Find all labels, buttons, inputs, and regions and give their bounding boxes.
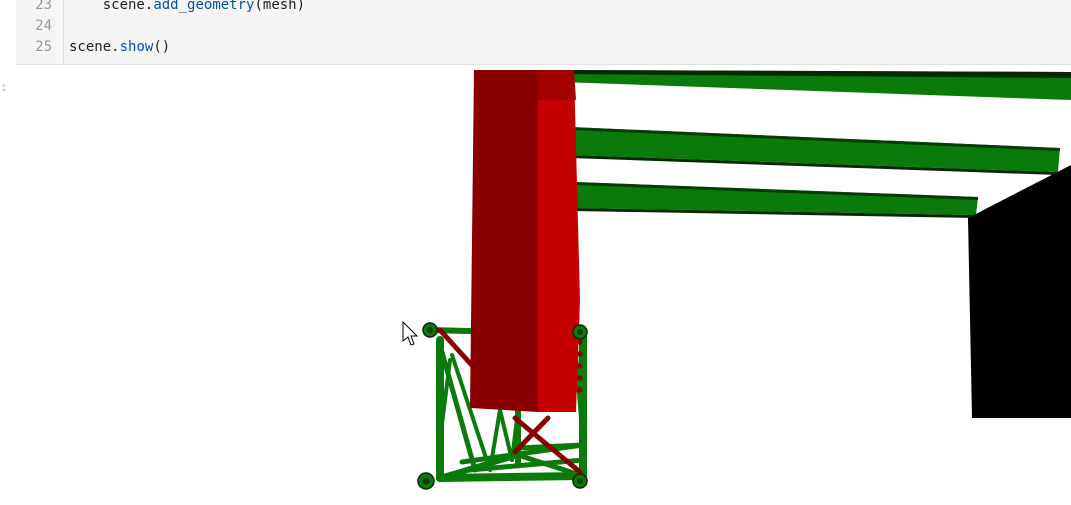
code-args: (mesh) — [254, 0, 306, 13]
green-beam-lower — [575, 182, 978, 218]
code-method: add_geometry — [153, 0, 255, 13]
code-dot: . — [111, 39, 120, 55]
3d-scene-viewer[interactable] — [0, 65, 1071, 505]
red-column — [470, 70, 580, 412]
black-block — [968, 165, 1071, 418]
code-line[interactable]: scene.add_geometry(mesh) — [69, 0, 305, 16]
green-beam-middle — [570, 127, 1060, 175]
code-cell[interactable]: 23 scene.add_geometry(mesh) 24 25 scene.… — [16, 0, 1071, 65]
code-line[interactable]: scene.show() — [69, 37, 170, 58]
line-number: 25 — [35, 39, 52, 55]
mouse-pointer-icon — [402, 320, 419, 346]
green-beam-top — [560, 70, 1071, 100]
code-method: show — [119, 39, 154, 55]
line-number: 24 — [35, 18, 52, 34]
code-args: () — [153, 39, 171, 55]
code-object: scene — [69, 39, 112, 55]
code-object: scene — [102, 0, 145, 13]
line-number: 23 — [35, 0, 52, 13]
